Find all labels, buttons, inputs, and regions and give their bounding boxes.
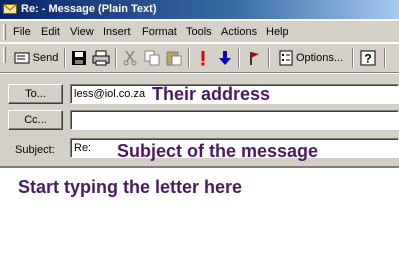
toolbar: Send Options... ? — [0, 44, 399, 73]
help-icon: ? — [360, 50, 376, 66]
toolbar-separator — [238, 48, 240, 68]
menu-file[interactable]: File — [13, 25, 31, 39]
to-field-value: less@iol.co.za — [74, 88, 146, 100]
menu-insert[interactable]: Insert — [103, 25, 131, 39]
envelope-icon — [3, 4, 17, 14]
cc-field[interactable] — [70, 110, 399, 130]
scissors-icon — [123, 50, 137, 66]
body-annotation: Start typing the letter here — [18, 177, 243, 197]
print-button[interactable] — [91, 47, 111, 69]
flag-icon — [250, 52, 259, 65]
exclamation-icon — [201, 51, 205, 66]
menu-tools[interactable]: Tools — [186, 25, 212, 39]
save-button[interactable] — [69, 47, 89, 69]
window-title: Re: - Message (Plain Text) — [21, 3, 157, 15]
save-icon — [72, 51, 86, 65]
printer-icon — [92, 50, 110, 66]
menu-actions[interactable]: Actions — [221, 25, 257, 39]
to-button[interactable]: To... — [8, 84, 63, 104]
send-icon — [14, 52, 30, 64]
subject-label: Subject: — [15, 144, 55, 156]
menu-bar: File Edit View Insert Format Tools Actio… — [0, 21, 399, 43]
cut-button[interactable] — [120, 47, 140, 69]
menu-format[interactable]: Format — [142, 25, 177, 39]
paste-button[interactable] — [164, 47, 184, 69]
options-label: Options... — [295, 52, 344, 64]
clipboard-icon — [166, 51, 182, 66]
toolbar-separator — [384, 48, 386, 68]
low-importance-button[interactable] — [216, 47, 234, 69]
toolbar-separator — [352, 48, 354, 68]
toolbar-separator — [188, 48, 190, 68]
toolbar-grip[interactable] — [3, 47, 6, 63]
down-arrow-icon — [219, 51, 231, 65]
options-icon — [279, 50, 293, 66]
help-button[interactable]: ? — [358, 47, 378, 69]
options-button[interactable]: Options... — [274, 47, 348, 69]
menu-help[interactable]: Help — [266, 25, 289, 39]
toolbar-separator — [268, 48, 270, 68]
menu-view[interactable]: View — [70, 25, 94, 39]
menu-edit[interactable]: Edit — [41, 25, 60, 39]
svg-text:?: ? — [364, 52, 371, 66]
flag-button[interactable] — [245, 47, 263, 69]
high-importance-button[interactable] — [194, 47, 212, 69]
copy-button[interactable] — [142, 47, 162, 69]
send-button[interactable]: Send — [10, 47, 62, 69]
menu-grip[interactable] — [3, 24, 6, 40]
copy-icon — [144, 50, 160, 66]
subject-field-value: Re: — [74, 142, 92, 154]
send-label: Send — [32, 52, 59, 64]
subject-annotation: Subject of the message — [117, 141, 319, 161]
cc-button[interactable]: Cc... — [8, 110, 63, 130]
title-bar: Re: - Message (Plain Text) — [0, 0, 399, 19]
toolbar-separator — [115, 48, 117, 68]
address-annotation: Their address — [152, 84, 271, 104]
toolbar-separator — [64, 48, 66, 68]
